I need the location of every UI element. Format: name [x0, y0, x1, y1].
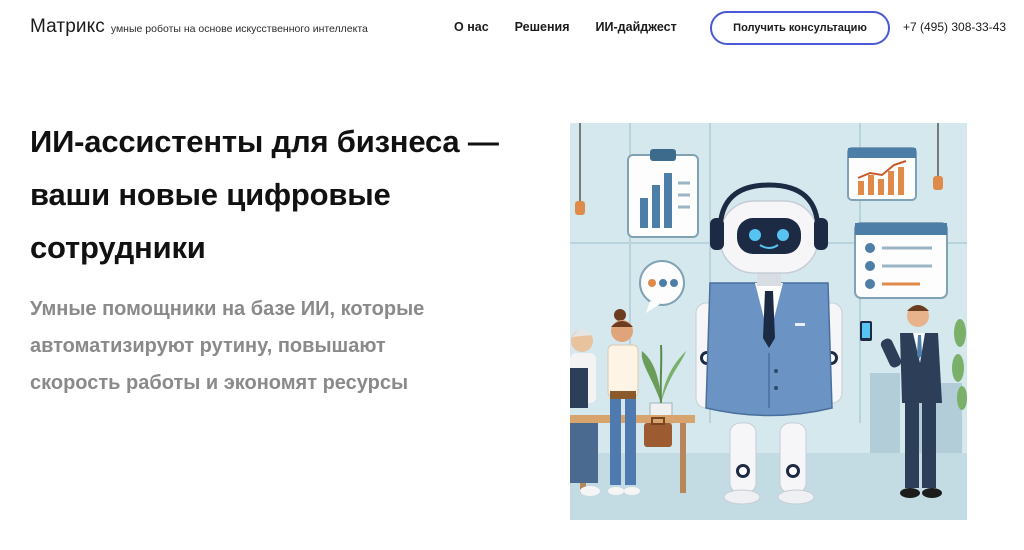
line-chart-screen-icon [847, 147, 917, 201]
logo-name: Матрикс [30, 16, 105, 37]
hero-illustration [570, 123, 967, 520]
checklist-bubble-icon [854, 222, 948, 299]
main-nav: О нас Решения ИИ-дайджест [454, 20, 703, 34]
hero-title: ИИ-ассистенты для бизнеса — ваши новые ц… [30, 124, 499, 265]
robot-office-illustration [570, 123, 967, 520]
site-header: Матрикс умные роботы на основе искусстве… [0, 0, 1024, 56]
nav-link-solutions[interactable]: Решения [515, 20, 570, 34]
nav-link-about[interactable]: О нас [454, 20, 489, 34]
phone-link[interactable]: +7 (495) 308-33-43 [903, 20, 1006, 34]
logo-tagline: умные роботы на основе искусственного ин… [110, 23, 368, 35]
logo[interactable]: Матрикс умные роботы на основе искусстве… [30, 16, 368, 38]
nav-link-ai-digest[interactable]: ИИ-дайджест [596, 20, 677, 34]
hero-subtitle: Умные помощники на базе ИИ, которые авто… [30, 298, 425, 394]
clipboard-chart-icon [627, 149, 699, 238]
get-consultation-button[interactable]: Получить консультацию [710, 11, 890, 45]
